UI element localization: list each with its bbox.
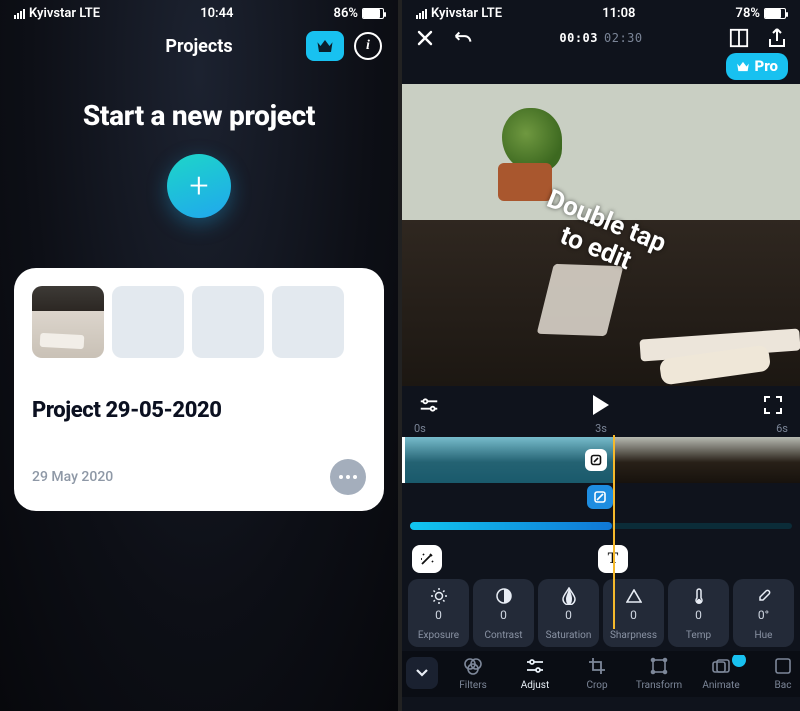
status-bar: Kyivstar LTE 11:08 78% (402, 0, 800, 21)
adjust-row: 0 Exposure 0 Contrast 0 Saturation 0 Sha… (402, 573, 800, 651)
adjust-exposure[interactable]: 0 Exposure (408, 579, 469, 647)
crown-icon (736, 61, 750, 72)
editor-screen: Kyivstar LTE 11:08 78% 00:03 02:30 (402, 0, 800, 711)
play-icon (593, 395, 609, 415)
project-date: 29 May 2020 (32, 469, 113, 485)
carrier-label: Kyivstar LTE (431, 6, 502, 21)
info-button[interactable]: i (354, 32, 382, 60)
signal-icon (14, 9, 25, 19)
tab-background[interactable]: Bac (752, 655, 800, 691)
triangle-icon (626, 589, 642, 603)
project-thumbnail-empty (192, 286, 264, 358)
drop-icon (562, 587, 576, 605)
adjust-saturation[interactable]: 0 Saturation (538, 579, 599, 647)
tracks-area[interactable] (402, 483, 800, 545)
pro-label: Pro (754, 57, 778, 75)
sliders-icon (418, 396, 440, 414)
sun-icon (430, 587, 448, 605)
project-thumbnail-empty (272, 286, 344, 358)
pro-badge-button[interactable]: Pro (726, 53, 788, 80)
collapse-button[interactable] (406, 657, 438, 689)
battery-icon (764, 8, 786, 19)
new-project-button[interactable]: + (167, 154, 231, 218)
play-button[interactable] (593, 395, 609, 415)
audio-track[interactable] (410, 523, 792, 529)
effect-chip[interactable] (587, 485, 613, 509)
close-icon (416, 29, 434, 47)
crown-icon (316, 39, 334, 53)
undo-button[interactable] (452, 27, 474, 49)
fullscreen-button[interactable] (762, 394, 784, 416)
settings-button[interactable] (418, 394, 440, 416)
video-preview[interactable]: Double tap to edit (402, 84, 800, 386)
project-thumbnail-empty (112, 286, 184, 358)
projects-screen: Kyivstar LTE 10:44 86% Projects i Start … (0, 0, 398, 711)
time-readout: 00:03 02:30 (559, 31, 642, 45)
timeline-clip[interactable] (402, 437, 800, 483)
speed-icon (590, 454, 602, 466)
project-card[interactable]: Project 29-05-2020 29 May 2020 (14, 268, 384, 511)
signal-icon (416, 9, 427, 19)
bookmark-icon (728, 28, 750, 48)
video-timeline[interactable] (402, 437, 800, 483)
filters-icon (463, 656, 483, 676)
current-time: 00:03 (559, 31, 598, 45)
plus-icon: + (189, 166, 208, 206)
project-more-button[interactable] (330, 459, 366, 495)
premium-button[interactable] (306, 31, 344, 61)
clip-speed-chip[interactable] (585, 449, 607, 471)
battery-pct: 78% (736, 6, 760, 21)
contrast-icon (496, 588, 512, 604)
magic-button[interactable] (412, 545, 442, 573)
tab-filters[interactable]: Filters (442, 655, 504, 691)
thermometer-icon (693, 587, 705, 605)
adjust-icon (525, 658, 545, 674)
adjust-temp[interactable]: 0 Temp (668, 579, 729, 647)
battery-icon (362, 8, 384, 19)
playhead[interactable] (613, 435, 615, 629)
bottom-toolbar: Filters Adjust Crop Transform Ani (402, 651, 800, 697)
timeline-ruler: 0s 3s 6s (402, 422, 800, 435)
wand-icon (419, 551, 435, 567)
duration: 02:30 (604, 31, 643, 45)
carrier-label: Kyivstar LTE (29, 6, 100, 21)
project-title: Project 29-05-2020 (32, 398, 366, 423)
clip-selection[interactable] (402, 437, 615, 483)
battery-pct: 86% (334, 6, 358, 21)
export-button[interactable] (766, 27, 788, 49)
tab-adjust[interactable]: Adjust (504, 655, 566, 691)
animate-icon (711, 658, 731, 674)
layers-icon (593, 490, 607, 504)
bookmark-button[interactable] (728, 27, 750, 49)
tab-transform[interactable]: Transform (628, 655, 690, 691)
transform-icon (650, 657, 668, 675)
chevron-down-icon (415, 668, 429, 678)
close-button[interactable] (414, 27, 436, 49)
eyedropper-icon (756, 588, 772, 604)
status-bar: Kyivstar LTE 10:44 86% (0, 0, 398, 21)
background-icon (774, 657, 792, 675)
clock: 11:08 (602, 6, 635, 21)
undo-icon (452, 29, 474, 47)
adjust-hue[interactable]: 0° Hue (733, 579, 794, 647)
hero-headline: Start a new project (20, 99, 378, 132)
project-thumbnail (32, 286, 104, 358)
page-title: Projects (165, 36, 232, 57)
fullscreen-icon (763, 395, 783, 415)
adjust-contrast[interactable]: 0 Contrast (473, 579, 534, 647)
crop-icon (588, 657, 606, 675)
tab-animate[interactable]: Animate (690, 655, 752, 691)
share-icon (767, 27, 787, 49)
clock: 10:44 (200, 6, 233, 21)
tab-crop[interactable]: Crop (566, 655, 628, 691)
